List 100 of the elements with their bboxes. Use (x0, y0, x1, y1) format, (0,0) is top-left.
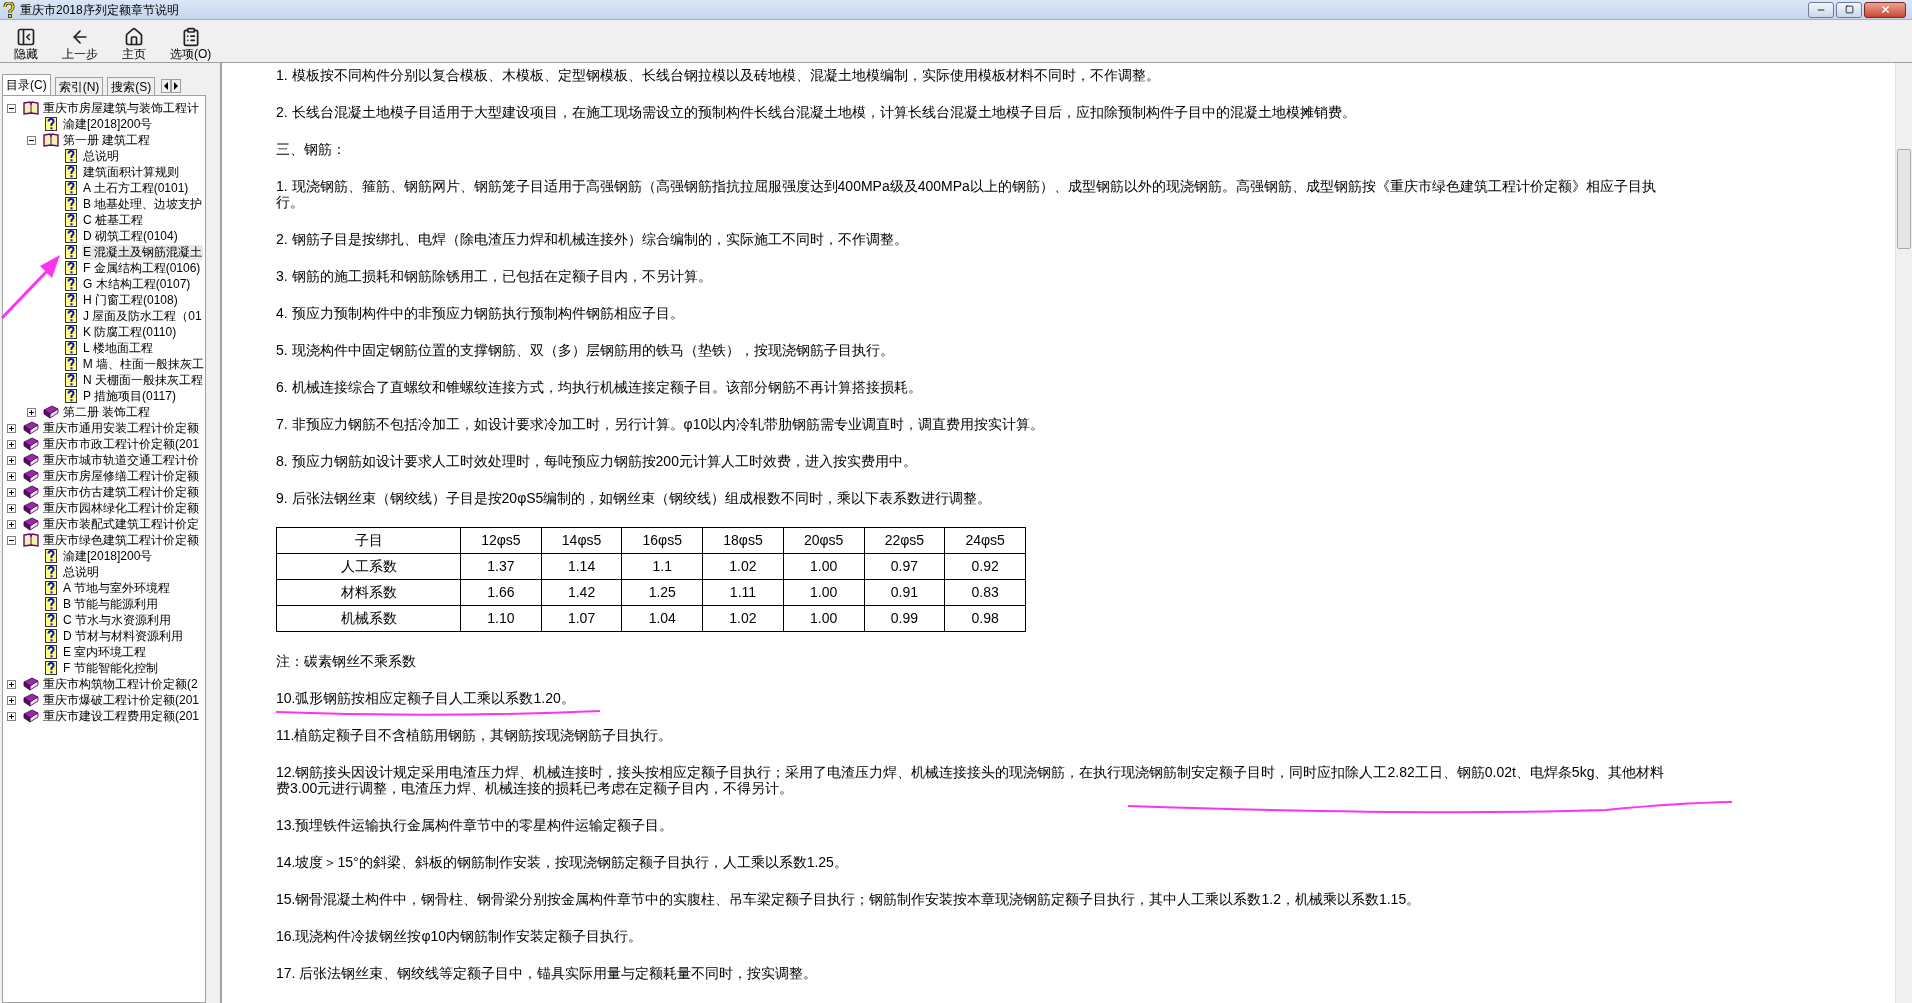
tree-item[interactable]: B 地基处理、边坡支护 (82, 196, 204, 212)
tab-scroll-left-icon[interactable] (161, 79, 172, 93)
tree-item[interactable]: 重庆市房屋建筑与装饰工程计 (42, 100, 200, 116)
collapse-toggle[interactable] (7, 535, 16, 545)
help-page-icon (65, 213, 77, 227)
toolbar-button[interactable]: 主页 (114, 27, 154, 61)
help-page-icon (65, 389, 77, 403)
tree-item[interactable]: E 室内环境工程 (62, 644, 148, 660)
tree-item[interactable]: F 节能智能化控制 (62, 660, 159, 676)
table-cell: 1.25 (621, 579, 703, 606)
tree-item[interactable]: 重庆市房屋修缮工程计价定额 (42, 468, 200, 484)
tree-item[interactable]: 重庆市构筑物工程计价定额(2 (42, 676, 199, 692)
help-page-icon (45, 565, 57, 579)
tree-item[interactable]: D 节材与材料资源利用 (62, 628, 184, 644)
open-book-icon (23, 533, 39, 547)
restore-button[interactable] (1836, 1, 1862, 18)
help-page-icon (65, 261, 77, 275)
expand-toggle[interactable] (7, 679, 16, 689)
annotation-arrow (0, 255, 60, 320)
tree-item[interactable]: D 砌筑工程(0104) (82, 228, 179, 244)
table-cell: 1.02 (702, 553, 784, 580)
tree-item[interactable]: B 节能与能源利用 (62, 596, 160, 612)
help-page-icon (45, 629, 57, 643)
tree-item[interactable]: 重庆市城市轨道交通工程计价 (42, 452, 200, 468)
close-icon (1879, 4, 1891, 15)
help-page-icon (45, 597, 57, 611)
tree-item[interactable]: A 土石方工程(0101) (82, 180, 190, 196)
tree-item[interactable]: 第一册 建筑工程 (62, 132, 152, 148)
tree-item[interactable]: M 墙、柱面一般抹灰工 (81, 356, 205, 372)
expand-toggle[interactable] (7, 487, 16, 497)
help-page-icon (45, 645, 57, 659)
expand-toggle[interactable] (7, 439, 16, 449)
tree-item[interactable]: 建筑面积计算规则 (82, 164, 180, 180)
table-cell: 1.04 (621, 605, 703, 632)
tree-item[interactable]: 重庆市园林绿化工程计价定额 (42, 500, 200, 516)
toolbar-button[interactable]: 选项(O) (168, 27, 214, 61)
tree-item[interactable]: 重庆市绿色建筑工程计价定额 (42, 532, 200, 548)
table-cell: 1.02 (702, 605, 784, 632)
tab[interactable]: 目录(C) (2, 74, 51, 95)
column-header: 12φs5 (460, 527, 542, 554)
tree-item[interactable]: 重庆市市政工程计价定额(201 (42, 436, 201, 452)
table-cell: 1.10 (460, 605, 542, 632)
tree-item[interactable]: 重庆市建设工程费用定额(201 (42, 708, 201, 724)
tree-item[interactable]: F 金属结构工程(0106) (82, 260, 202, 276)
scrollbar[interactable] (1895, 63, 1912, 1003)
tree-item[interactable]: E 混凝土及钢筋混凝土 (82, 244, 204, 260)
toolbar-button[interactable]: 隐藏 (6, 27, 46, 61)
expand-toggle[interactable] (7, 519, 16, 529)
paragraph: 8. 预应力钢筋如设计要求人工时效处理时，每吨预应力钢筋按200元计算人工时效费，进入按实费用中。 (276, 453, 917, 469)
tree-item[interactable]: C 节水与水资源利用 (62, 612, 172, 628)
closed-book-icon (23, 677, 39, 691)
tree-item[interactable]: K 防腐工程(0110) (82, 324, 178, 340)
help-page-icon (65, 309, 77, 323)
table-cell: 0.99 (864, 605, 945, 632)
tree-item[interactable]: N 天棚面一般抹灰工程 (82, 372, 204, 388)
paragraph: 注：碳素钢丝不乘系数 (276, 653, 416, 669)
paragraph: 13.预埋铁件运输执行金属构件章节中的零星构件运输定额子目。 (276, 817, 674, 833)
paragraph: 10.弧形钢筋按相应定额子目人工乘以系数1.20。 (276, 690, 575, 706)
tree-item[interactable]: C 桩基工程 (82, 212, 144, 228)
tree-item[interactable]: L 楼地面工程 (82, 340, 154, 356)
tree-item[interactable]: A 节地与室外环境程 (62, 580, 171, 596)
closed-book-icon (23, 437, 39, 451)
help-page-icon (65, 325, 77, 339)
table-cell: 0.83 (944, 579, 1026, 606)
scrollbar-thumb[interactable] (1897, 149, 1911, 249)
tree-item[interactable]: 总说明 (62, 564, 100, 580)
table-cell: 1.42 (541, 579, 622, 606)
tree-item[interactable]: 重庆市装配式建筑工程计价定 (42, 516, 200, 532)
tree-item[interactable]: 渝建[2018]200号 (62, 116, 154, 132)
expand-toggle[interactable] (7, 503, 16, 513)
tab[interactable]: 索引(N) (54, 77, 104, 95)
tree-item[interactable]: P 措施项目(0117) (82, 388, 177, 404)
expand-toggle[interactable] (7, 711, 16, 721)
expand-toggle[interactable] (7, 471, 16, 481)
collapse-toggle[interactable] (27, 135, 36, 145)
tree-item[interactable]: H 门窗工程(0108) (82, 292, 179, 308)
collapse-toggle[interactable] (7, 103, 16, 113)
tab[interactable]: 搜索(S) (107, 77, 156, 95)
closed-book-icon (43, 405, 59, 419)
minimize-button[interactable] (1808, 1, 1834, 18)
expand-toggle[interactable] (27, 407, 36, 417)
close-button[interactable] (1864, 1, 1906, 18)
tree-item[interactable]: G 木结构工程(0107) (82, 276, 192, 292)
expand-toggle[interactable] (7, 455, 16, 465)
tree-item[interactable]: 第二册 装饰工程 (62, 404, 152, 420)
tree-item[interactable]: 总说明 (82, 148, 120, 164)
table-cell: 0.97 (864, 553, 945, 580)
tree-item[interactable]: 重庆市仿古建筑工程计价定额 (42, 484, 200, 500)
help-icon (2, 1, 16, 18)
closed-book-icon (23, 709, 39, 723)
toolbar-button[interactable]: 上一步 (60, 27, 100, 61)
expand-toggle[interactable] (7, 423, 16, 433)
table-cell: 1.66 (460, 579, 542, 606)
table-cell: 0.98 (944, 605, 1026, 632)
tree-item[interactable]: 渝建[2018]200号 (62, 548, 154, 564)
tree-item[interactable]: J 屋面及防水工程（01 (82, 308, 203, 324)
tree-item[interactable]: 重庆市爆破工程计价定额(201 (42, 692, 201, 708)
tab-scroll-right-icon[interactable] (171, 79, 182, 93)
expand-toggle[interactable] (7, 695, 16, 705)
tree-item[interactable]: 重庆市通用安装工程计价定额 (42, 420, 200, 436)
